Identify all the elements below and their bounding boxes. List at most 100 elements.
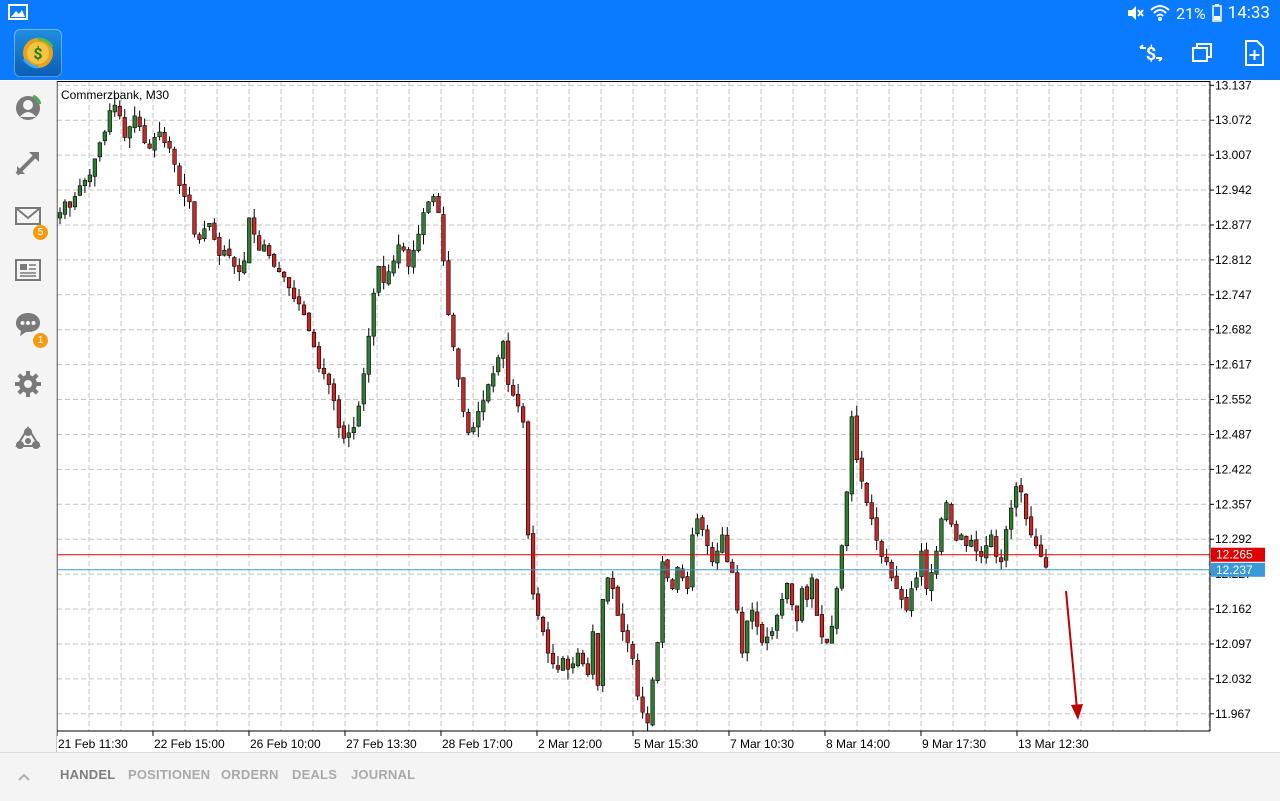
- chevron-up-icon[interactable]: [14, 767, 34, 787]
- candle-body: [884, 556, 889, 563]
- candle-body: [685, 576, 690, 589]
- metatrader-logo-icon[interactable]: $: [14, 29, 62, 77]
- candle-body: [162, 131, 167, 144]
- candle-body: [755, 611, 760, 627]
- candle-body: [147, 143, 152, 149]
- candle-body: [446, 260, 451, 315]
- candle-body: [869, 502, 874, 520]
- news-icon[interactable]: [10, 252, 46, 288]
- candle-body: [834, 588, 839, 629]
- tab-ordern[interactable]: ORDERN: [221, 767, 279, 782]
- settings-gear-icon[interactable]: [10, 366, 46, 402]
- tab-deals[interactable]: DEALS: [292, 767, 337, 782]
- candle-body: [829, 625, 834, 644]
- candle-body: [705, 529, 710, 546]
- quotes-exchange-icon[interactable]: $: [1137, 39, 1165, 67]
- candle-body: [814, 579, 820, 616]
- price-chart[interactable]: 13.137 13.072 13.007 12.942 12.877 12.812 12.7…: [0, 81, 1280, 752]
- candle-body: [640, 696, 645, 713]
- mute-icon: [1127, 6, 1144, 20]
- candle-body: [471, 427, 476, 433]
- candle-body: [595, 633, 600, 686]
- candle-body: [939, 518, 944, 552]
- candle-body: [720, 534, 725, 553]
- candle-body: [560, 658, 566, 671]
- candle-body: [565, 658, 571, 670]
- candle-body: [550, 653, 556, 665]
- tab-journal[interactable]: JOURNAL: [351, 767, 415, 782]
- candle-body: [715, 550, 720, 564]
- candle-body: [72, 196, 78, 208]
- candle-body: [157, 131, 162, 138]
- candle-body: [770, 631, 775, 636]
- candle-body: [311, 331, 317, 348]
- candle-body: [366, 335, 371, 375]
- candle-body: [296, 296, 302, 305]
- candle-body: [765, 636, 770, 644]
- price-tick-label: 12.162: [1215, 602, 1252, 616]
- community-icon[interactable]: [10, 421, 46, 457]
- new-order-icon[interactable]: [1240, 39, 1268, 67]
- candle-body: [441, 214, 446, 262]
- time-tick-label: 2 Mar 12:00: [538, 737, 602, 751]
- price-tick-label: 12.097: [1215, 637, 1252, 651]
- app-bar: $ $: [0, 26, 1280, 80]
- time-tick-label: 8 Mar 14:00: [826, 737, 890, 751]
- candle-body: [545, 629, 551, 654]
- time-tick-label: 13 Mar 12:30: [1018, 737, 1089, 751]
- time-tick-label: 5 Mar 15:30: [634, 737, 698, 751]
- candle-body: [650, 679, 655, 726]
- price-tick-label: 12.617: [1215, 358, 1252, 372]
- candle-body: [341, 425, 346, 439]
- tab-positionen[interactable]: POSITIONEN: [128, 767, 210, 782]
- windows-icon[interactable]: [1188, 39, 1216, 67]
- candle-body: [67, 201, 73, 208]
- candle-body: [212, 222, 217, 240]
- candle-body: [974, 539, 979, 552]
- candle-body: [406, 249, 411, 267]
- svg-text:$: $: [33, 44, 42, 63]
- candle-body: [142, 125, 147, 144]
- candle-body: [252, 217, 257, 235]
- tab-handel[interactable]: HANDEL: [60, 767, 115, 782]
- candle-body: [984, 545, 989, 559]
- candle-body: [675, 566, 680, 590]
- candle-body: [286, 277, 292, 289]
- mail-icon[interactable]: 5: [10, 198, 48, 240]
- candle-body: [391, 260, 396, 274]
- candle-body: [436, 196, 441, 213]
- price-tick-label: 13.072: [1215, 113, 1252, 127]
- candle-body: [735, 572, 740, 611]
- candle-body: [291, 287, 297, 299]
- candle-body: [635, 660, 640, 697]
- candle-body: [804, 586, 810, 600]
- quotes-icon[interactable]: [10, 90, 46, 126]
- candle-body: [794, 605, 800, 622]
- price-tick-label: 12.422: [1215, 462, 1252, 476]
- trade-icon[interactable]: [10, 145, 46, 181]
- candle-body: [456, 348, 461, 380]
- candle-body: [1019, 485, 1024, 493]
- candle-body: [745, 620, 750, 654]
- candle-body: [605, 577, 610, 602]
- battery-percent: 21%: [1175, 3, 1206, 23]
- chat-icon[interactable]: 1: [10, 306, 48, 348]
- bottom-tab-bar: HANDEL POSITIONEN ORDERN DEALS JOURNAL: [0, 752, 1280, 801]
- mail-badge: 5: [33, 225, 48, 240]
- candle-body: [839, 545, 844, 589]
- candle-body: [575, 652, 580, 667]
- candle-body: [824, 638, 829, 643]
- candle-body: [77, 185, 83, 196]
- candle-body: [1014, 486, 1019, 508]
- candle-body: [904, 597, 909, 611]
- candle-body: [277, 268, 282, 273]
- candle-body: [665, 559, 670, 579]
- candle-body: [102, 131, 107, 142]
- candle-body: [511, 385, 516, 396]
- candle-body: [401, 246, 406, 251]
- candle-body: [107, 110, 112, 133]
- candle-body: [501, 341, 506, 359]
- candle-body: [376, 266, 381, 293]
- candle-body: [854, 415, 859, 461]
- candle-body: [57, 212, 63, 219]
